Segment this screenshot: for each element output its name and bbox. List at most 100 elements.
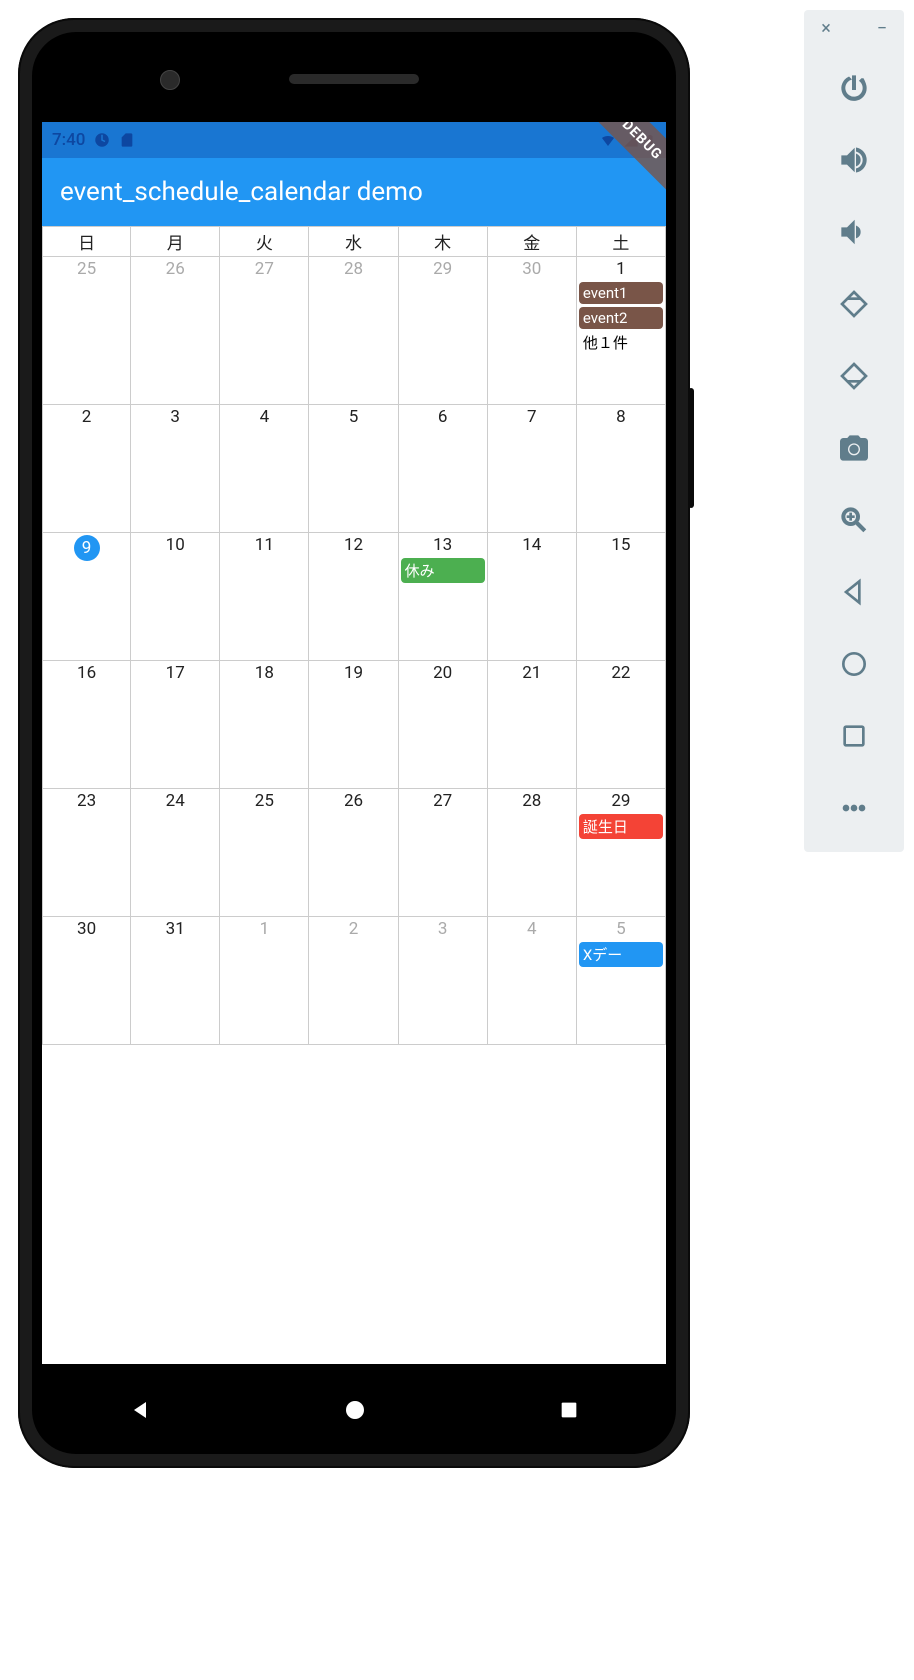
weekday-cell: 水 bbox=[309, 227, 398, 257]
day-cell[interactable]: 1event1event2他１件 bbox=[577, 257, 666, 405]
day-cell[interactable]: 25 bbox=[220, 789, 309, 917]
camera-icon[interactable] bbox=[830, 424, 878, 472]
day-number: 19 bbox=[309, 663, 397, 683]
day-number: 5 bbox=[309, 407, 397, 427]
day-number: 18 bbox=[220, 663, 308, 683]
day-number: 27 bbox=[220, 259, 308, 279]
week-row: 303112345 Xデー bbox=[42, 917, 666, 1045]
day-cell[interactable]: 27 bbox=[220, 257, 309, 405]
day-cell[interactable]: 3 bbox=[131, 405, 220, 533]
day-cell[interactable]: 6 bbox=[399, 405, 488, 533]
status-bar: 7:40 bbox=[42, 122, 666, 158]
day-cell[interactable]: 16 bbox=[42, 661, 131, 789]
day-cell[interactable]: 18 bbox=[220, 661, 309, 789]
day-cell[interactable]: 14 bbox=[488, 533, 577, 661]
day-number: 8 bbox=[577, 407, 665, 427]
day-cell[interactable]: 4 bbox=[220, 405, 309, 533]
day-cell[interactable]: 24 bbox=[131, 789, 220, 917]
device-frame: 7:40 event_schedule_calendar demo DEBUG … bbox=[18, 18, 690, 1468]
weekday-cell: 木 bbox=[399, 227, 488, 257]
day-number: 29 bbox=[399, 259, 487, 279]
day-cell[interactable]: 26 bbox=[309, 789, 398, 917]
day-number: 5 bbox=[577, 919, 665, 939]
day-cell[interactable]: 29 bbox=[399, 257, 488, 405]
day-cell[interactable]: 28 bbox=[309, 257, 398, 405]
rotate-right-icon[interactable] bbox=[830, 352, 878, 400]
day-number: 31 bbox=[131, 919, 219, 939]
day-cell[interactable]: 29誕生日 bbox=[577, 789, 666, 917]
wifi-icon bbox=[598, 132, 618, 148]
day-cell[interactable]: 9 bbox=[42, 533, 131, 661]
event-pill[interactable]: event1 bbox=[579, 282, 663, 304]
day-cell[interactable]: 13 休み bbox=[399, 533, 488, 661]
day-number: 13 bbox=[399, 535, 487, 555]
day-cell[interactable]: 30 bbox=[488, 257, 577, 405]
camera-dot bbox=[160, 70, 180, 90]
app-bar: event_schedule_calendar demo DEBUG bbox=[42, 158, 666, 226]
day-number: 7 bbox=[488, 407, 576, 427]
week-row: 9 10111213 休み1415 bbox=[42, 533, 666, 661]
day-cell[interactable]: 2 bbox=[309, 917, 398, 1045]
day-number: 4 bbox=[220, 407, 308, 427]
event-pill[interactable]: Xデー bbox=[579, 942, 663, 967]
nav-overview-button[interactable] bbox=[558, 1399, 580, 1425]
power-icon[interactable] bbox=[830, 64, 878, 112]
volume-down-icon[interactable] bbox=[830, 208, 878, 256]
battery-icon bbox=[644, 131, 656, 149]
calendar: 日月火水木金土 2526272829301event1event2他１件2345… bbox=[42, 226, 666, 1045]
more-icon[interactable] bbox=[830, 784, 878, 832]
day-number: 4 bbox=[488, 919, 576, 939]
nav-back-button[interactable] bbox=[128, 1398, 152, 1426]
event-pill[interactable]: 誕生日 bbox=[579, 814, 663, 839]
day-cell[interactable]: 30 bbox=[42, 917, 131, 1045]
event-pill[interactable]: 休み bbox=[401, 558, 485, 583]
event-pill[interactable]: event2 bbox=[579, 307, 663, 329]
day-cell[interactable]: 27 bbox=[399, 789, 488, 917]
day-cell[interactable]: 1 bbox=[220, 917, 309, 1045]
week-row: 16171819202122 bbox=[42, 661, 666, 789]
day-number: 3 bbox=[399, 919, 487, 939]
sd-card-icon bbox=[119, 132, 135, 148]
signal-icon bbox=[622, 132, 640, 148]
home-icon[interactable] bbox=[830, 640, 878, 688]
day-cell[interactable]: 19 bbox=[309, 661, 398, 789]
day-cell[interactable]: 17 bbox=[131, 661, 220, 789]
day-cell[interactable]: 7 bbox=[488, 405, 577, 533]
weekday-cell: 月 bbox=[131, 227, 220, 257]
day-number: 28 bbox=[488, 791, 576, 811]
nav-home-button[interactable] bbox=[343, 1398, 367, 1426]
status-notif-icon bbox=[93, 131, 111, 149]
week-row: 2526272829301event1event2他１件 bbox=[42, 257, 666, 405]
day-cell[interactable]: 5 Xデー bbox=[577, 917, 666, 1045]
weekday-cell: 土 bbox=[577, 227, 666, 257]
day-cell[interactable]: 26 bbox=[131, 257, 220, 405]
day-cell[interactable]: 21 bbox=[488, 661, 577, 789]
day-cell[interactable]: 31 bbox=[131, 917, 220, 1045]
emulator-toolbar: × − bbox=[804, 10, 904, 852]
day-cell[interactable]: 23 bbox=[42, 789, 131, 917]
day-number: 30 bbox=[43, 919, 130, 939]
volume-up-icon[interactable] bbox=[830, 136, 878, 184]
zoom-in-icon[interactable] bbox=[830, 496, 878, 544]
day-cell[interactable]: 20 bbox=[399, 661, 488, 789]
day-number: 9 bbox=[74, 535, 100, 561]
day-cell[interactable]: 22 bbox=[577, 661, 666, 789]
day-cell[interactable]: 5 bbox=[309, 405, 398, 533]
day-cell[interactable]: 4 bbox=[488, 917, 577, 1045]
overview-icon[interactable] bbox=[830, 712, 878, 760]
day-cell[interactable]: 10 bbox=[131, 533, 220, 661]
emulator-minimize-button[interactable]: − bbox=[872, 18, 892, 38]
day-cell[interactable]: 12 bbox=[309, 533, 398, 661]
day-number: 6 bbox=[399, 407, 487, 427]
day-cell[interactable]: 15 bbox=[577, 533, 666, 661]
back-icon[interactable] bbox=[830, 568, 878, 616]
day-cell[interactable]: 2 bbox=[42, 405, 131, 533]
day-cell[interactable]: 28 bbox=[488, 789, 577, 917]
more-events-label[interactable]: 他１件 bbox=[579, 332, 663, 353]
day-cell[interactable]: 25 bbox=[42, 257, 131, 405]
emulator-close-button[interactable]: × bbox=[816, 18, 836, 38]
rotate-left-icon[interactable] bbox=[830, 280, 878, 328]
day-cell[interactable]: 3 bbox=[399, 917, 488, 1045]
day-cell[interactable]: 8 bbox=[577, 405, 666, 533]
day-cell[interactable]: 11 bbox=[220, 533, 309, 661]
